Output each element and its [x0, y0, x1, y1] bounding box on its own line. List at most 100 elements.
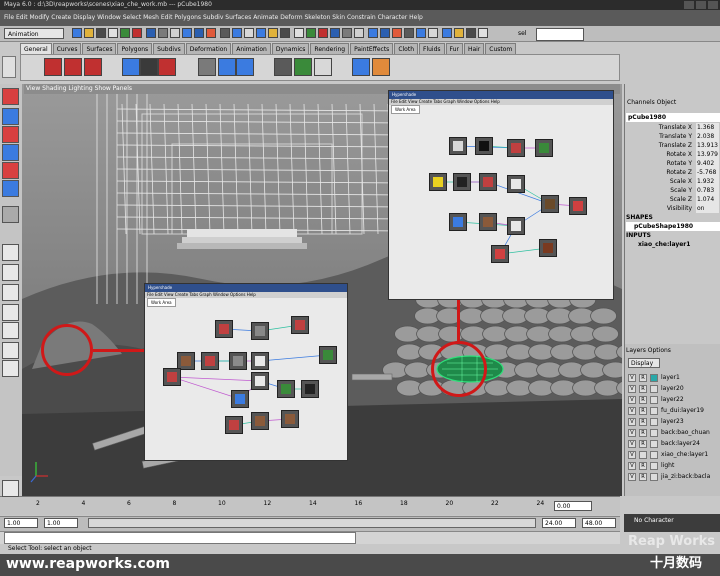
shelf-tool-icon[interactable] [372, 58, 390, 76]
layer-color-swatch[interactable] [650, 385, 658, 393]
shading-node[interactable] [449, 137, 467, 155]
attribute-row[interactable]: Rotate X 13.979 [626, 150, 720, 159]
toolbox-tool-icon[interactable] [2, 180, 19, 197]
status-tool-icon[interactable] [380, 28, 390, 38]
toolbox-tool-icon[interactable] [2, 162, 19, 179]
shelf-tool-icon[interactable] [84, 58, 102, 76]
attribute-value[interactable]: 13.913 [696, 141, 719, 150]
close-icon[interactable] [708, 1, 718, 9]
layer-visibility-toggle[interactable]: V [628, 385, 636, 393]
attribute-row[interactable]: Visibility on [626, 204, 720, 213]
shading-node[interactable] [491, 245, 509, 263]
layer-color-swatch[interactable] [650, 440, 658, 448]
layer-color-swatch[interactable] [650, 473, 658, 481]
shading-node[interactable] [479, 213, 497, 231]
layer-row[interactable]: V Rlayer22 [626, 395, 718, 405]
status-tool-icon[interactable] [72, 28, 82, 38]
status-tool-icon[interactable] [368, 28, 378, 38]
shelf-tab[interactable]: Animation [232, 43, 271, 54]
attribute-value[interactable]: 1.932 [696, 177, 719, 186]
toolbox-tool-icon[interactable] [2, 244, 19, 261]
shelf-tab[interactable]: PaintEffects [350, 43, 394, 54]
status-tool-icon[interactable] [442, 28, 452, 38]
layer-reference-toggle[interactable]: R [639, 418, 647, 426]
status-tool-icon[interactable] [84, 28, 94, 38]
toolbox-tool-icon[interactable] [2, 264, 19, 281]
layer-visibility-toggle[interactable]: V [628, 418, 636, 426]
shading-node[interactable] [277, 380, 295, 398]
shading-node[interactable] [251, 352, 269, 370]
hypershade-menu[interactable]: File Edit View Create Tabs Graph Window … [389, 99, 613, 105]
status-tool-icon[interactable] [108, 28, 118, 38]
shading-node[interactable] [535, 139, 553, 157]
status-tool-icon[interactable] [182, 28, 192, 38]
layer-reference-toggle[interactable]: R [639, 473, 647, 481]
shelf-tool-icon[interactable] [64, 58, 82, 76]
shading-node[interactable] [569, 197, 587, 215]
layer-visibility-toggle[interactable]: V [628, 473, 636, 481]
layer-color-swatch[interactable] [650, 396, 658, 404]
shelf-tab[interactable]: Dynamics [271, 43, 310, 54]
shelf-tab[interactable]: Subdivs [153, 43, 185, 54]
attribute-row[interactable]: Translate Y 2.038 [626, 132, 720, 141]
layer-row[interactable]: V Rback:layer24 [626, 439, 718, 449]
minimize-icon[interactable] [684, 1, 694, 9]
status-tool-icon[interactable] [120, 28, 130, 38]
toolbox-tool-icon[interactable] [2, 144, 19, 161]
status-tool-icon[interactable] [170, 28, 180, 38]
shading-node[interactable] [251, 372, 269, 390]
shading-node[interactable] [201, 352, 219, 370]
layer-reference-toggle[interactable] [639, 451, 647, 459]
shelf-menu-button[interactable] [2, 56, 16, 78]
attribute-value[interactable]: on [696, 204, 719, 213]
shading-node[interactable] [541, 195, 559, 213]
shelf-tab[interactable]: Rendering [310, 43, 350, 54]
status-tool-icon[interactable] [318, 28, 328, 38]
shelf-tool-icon[interactable] [236, 58, 254, 76]
status-tool-icon[interactable] [220, 28, 230, 38]
shading-node[interactable] [507, 175, 525, 193]
toolbox-tool-icon[interactable] [2, 88, 19, 105]
status-tool-icon[interactable] [416, 28, 426, 38]
main-menubar[interactable]: File Edit Modify Create Display Window S… [0, 10, 720, 26]
shelf-tool-icon[interactable] [352, 58, 370, 76]
layer-reference-toggle[interactable]: R [639, 440, 647, 448]
selection-input[interactable] [536, 28, 584, 41]
end-time-field[interactable]: 48.00 [582, 518, 616, 528]
shelf-tool-icon[interactable] [122, 58, 140, 76]
toolbox-tool-icon[interactable] [2, 480, 19, 497]
status-tool-icon[interactable] [158, 28, 168, 38]
layer-row[interactable]: V Rlayer1 [626, 373, 718, 383]
shelf-tab[interactable]: Deformation [185, 43, 232, 54]
shelf-tool-icon[interactable] [158, 58, 176, 76]
layer-color-swatch[interactable] [650, 451, 658, 459]
attribute-value[interactable]: 1.074 [696, 195, 719, 204]
layer-visibility-toggle[interactable]: V [628, 374, 636, 382]
shading-node[interactable] [449, 213, 467, 231]
shelf-tab[interactable]: Curves [52, 43, 82, 54]
character-set-dropdown[interactable]: No Character [634, 516, 674, 526]
status-tool-icon[interactable] [466, 28, 476, 38]
layer-row[interactable]: V Rlayer20 [626, 384, 718, 394]
layer-visibility-toggle[interactable]: V [628, 440, 636, 448]
shelf-tool-icon[interactable] [218, 58, 236, 76]
shading-node[interactable] [301, 380, 319, 398]
toolbox-tool-icon[interactable] [2, 304, 19, 321]
layer-row[interactable]: Vxiao_che:layer1 [626, 450, 718, 460]
toolbox-tool-icon[interactable] [2, 322, 19, 339]
status-tool-icon[interactable] [354, 28, 364, 38]
layer-reference-toggle[interactable]: R [639, 407, 647, 415]
status-tool-icon[interactable] [478, 28, 488, 38]
layer-reference-toggle[interactable]: R [639, 462, 647, 470]
shading-node[interactable] [229, 352, 247, 370]
layer-visibility-toggle[interactable]: V [628, 451, 636, 459]
shading-node[interactable] [251, 412, 269, 430]
layer-visibility-toggle[interactable]: V [628, 462, 636, 470]
status-tool-icon[interactable] [454, 28, 464, 38]
status-tool-icon[interactable] [146, 28, 156, 38]
attribute-value[interactable]: 9.402 [696, 159, 719, 168]
layer-row[interactable]: V Rfu_dui:layer19 [626, 406, 718, 416]
shading-node[interactable] [453, 173, 471, 191]
channel-box-header[interactable]: Channels Object [624, 98, 720, 108]
attribute-row[interactable]: Rotate Z -5.768 [626, 168, 720, 177]
